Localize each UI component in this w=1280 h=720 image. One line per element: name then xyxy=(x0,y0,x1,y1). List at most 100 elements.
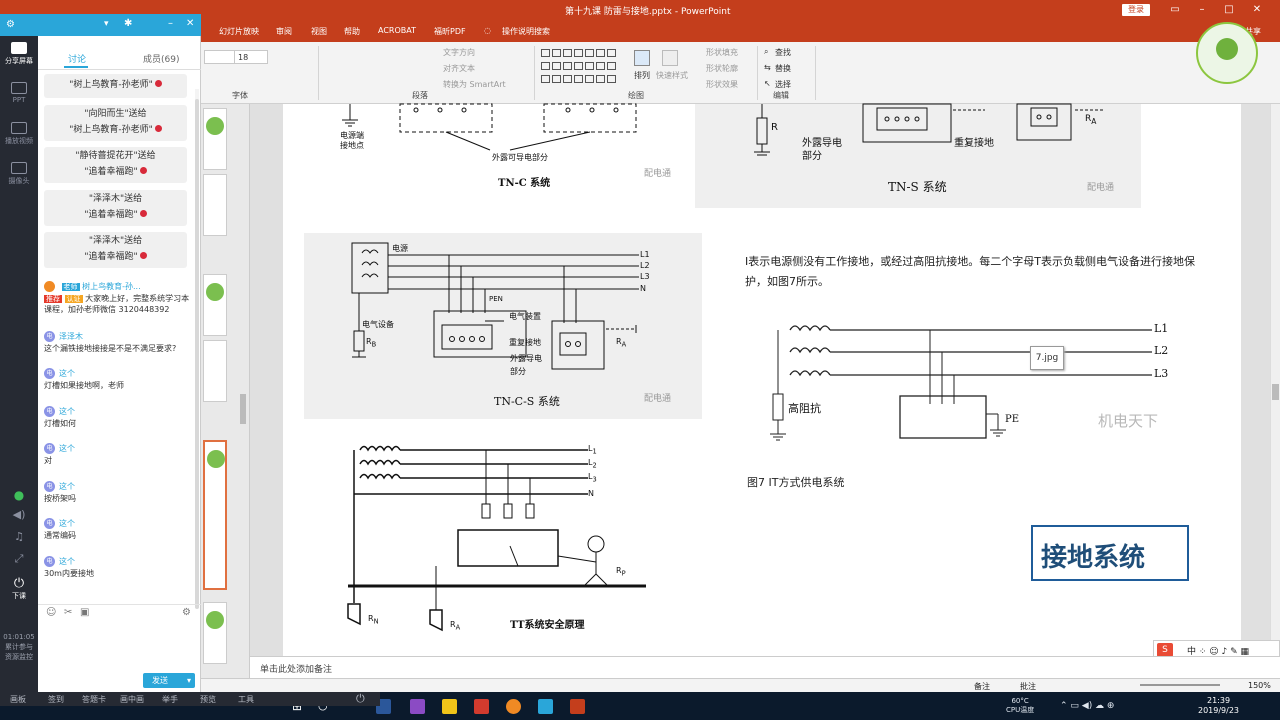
tool-preview[interactable]: 预览 xyxy=(200,694,216,705)
system-tray-icons[interactable]: ⌃ ▭ ◀) ☁ ⊕ xyxy=(1060,701,1114,711)
tab-view[interactable]: 视图 xyxy=(311,26,327,37)
pen-label: PEN xyxy=(489,295,503,303)
scissors-icon[interactable]: ✂ xyxy=(64,607,72,618)
close-icon[interactable]: ✕ xyxy=(186,18,194,29)
end-class-button[interactable]: ⏻ 下课 xyxy=(0,576,38,601)
user-name[interactable]: 这个 xyxy=(59,557,75,566)
arrange-icon[interactable] xyxy=(634,50,650,66)
quick-styles-icon[interactable] xyxy=(662,50,678,66)
powerpoint-app-icon[interactable] xyxy=(570,699,585,714)
chevron-down-icon[interactable]: ▾ xyxy=(187,673,191,688)
shape-fill-button[interactable]: 形状填充 xyxy=(706,47,738,58)
chat-message: 电这个 灯槽如果接地啊，老师 xyxy=(44,367,194,391)
speaker-icon[interactable]: ◀) xyxy=(0,508,38,521)
ppt-icon xyxy=(11,82,27,94)
share-screen-button[interactable]: 分享屏幕 xyxy=(0,42,38,66)
tool-whiteboard[interactable]: 画板 xyxy=(10,694,26,705)
fullscreen-icon[interactable]: ⤢ xyxy=(0,552,38,566)
user-name[interactable]: 泽泽木 xyxy=(59,332,83,341)
maximize-icon[interactable]: □ xyxy=(1222,3,1236,17)
classroom-app-icon[interactable] xyxy=(538,699,553,714)
slide-title-box[interactable]: 接地系统 xyxy=(1031,525,1189,581)
minimize-icon[interactable]: – xyxy=(168,18,173,29)
image-icon[interactable]: ▣ xyxy=(80,607,89,618)
shape-effect-button[interactable]: 形状效果 xyxy=(706,79,738,90)
smartart-button[interactable]: 转换为 SmartArt xyxy=(443,79,506,90)
send-button[interactable]: 发送 ▾ xyxy=(143,673,195,688)
quick-styles-button[interactable]: 快速样式 xyxy=(656,70,688,81)
search-app-icon[interactable] xyxy=(506,699,521,714)
music-icon[interactable]: ♫ xyxy=(0,530,38,543)
app-menu-icon[interactable]: ⚙ xyxy=(6,19,15,30)
pdf-app-icon[interactable] xyxy=(474,699,489,714)
tab-help[interactable]: 帮助 xyxy=(344,26,360,37)
chat-scrollbar[interactable] xyxy=(195,89,199,609)
shapes-gallery[interactable] xyxy=(540,48,622,86)
teacher-badge: 老师 xyxy=(61,283,80,291)
text-direction-button[interactable]: 文字方向 xyxy=(443,47,475,58)
replace-button[interactable]: 替换 xyxy=(775,63,791,74)
tool-picture-in-picture[interactable]: 画中画 xyxy=(120,694,144,705)
chevron-down-icon[interactable]: ▾ xyxy=(104,19,109,29)
taskbar-clock[interactable]: 21:39 2019/9/23 xyxy=(1198,696,1239,716)
tab-review[interactable]: 审阅 xyxy=(276,26,292,37)
font-group-label: 字体 xyxy=(232,91,248,100)
tt-diagram: L1 L2 L3 N RP RN RA TT系统安全原理 xyxy=(340,438,646,634)
line-l2-label: L2 xyxy=(640,261,650,270)
settings-icon[interactable]: ⚙ xyxy=(182,607,191,618)
slide-thumbnail[interactable] xyxy=(203,174,227,236)
vertical-scrollbar[interactable] xyxy=(1270,104,1280,656)
emoji-icon[interactable]: ☺ xyxy=(46,607,56,618)
tool-checkin[interactable]: 签到 xyxy=(48,694,64,705)
select-button[interactable]: 选择 xyxy=(775,79,791,90)
tab-foxit-pdf[interactable]: 福昕PDF xyxy=(434,26,466,37)
slide-thumbnail[interactable] xyxy=(203,274,227,336)
thumbnail-scrollbar[interactable] xyxy=(240,394,246,424)
teacher-name[interactable]: 树上鸟教育-孙... xyxy=(82,282,141,291)
play-video-button[interactable]: 播放视频 xyxy=(0,122,38,146)
app-icon[interactable] xyxy=(410,699,425,714)
notes-pane[interactable]: 单击此处添加备注 xyxy=(250,656,1280,678)
chat-input[interactable] xyxy=(38,620,201,672)
zoom-slider[interactable] xyxy=(1140,684,1220,686)
slide-thumbnail[interactable] xyxy=(203,108,227,170)
find-button[interactable]: 查找 xyxy=(775,47,791,58)
tool-answer-card[interactable]: 答题卡 xyxy=(82,694,106,705)
notes-toggle-button[interactable]: 备注 xyxy=(974,681,990,692)
ribbon-display-icon[interactable]: ▭ xyxy=(1168,3,1182,17)
login-button[interactable]: 登录 xyxy=(1122,4,1150,16)
close-icon[interactable]: ✕ xyxy=(1250,3,1264,17)
user-name[interactable]: 这个 xyxy=(59,407,75,416)
tab-members[interactable]: 成员(69) xyxy=(143,52,179,65)
shape-outline-button[interactable]: 形状轮廓 xyxy=(706,63,738,74)
pin-icon[interactable]: ✱ xyxy=(124,18,132,29)
tab-discussion[interactable]: 讨论 xyxy=(63,52,89,68)
paragraph-group-label: 段落 xyxy=(412,91,428,100)
tab-slideshow[interactable]: 幻灯片放映 xyxy=(219,26,259,37)
user-name[interactable]: 这个 xyxy=(59,369,75,378)
user-name[interactable]: 这个 xyxy=(59,482,75,491)
user-name[interactable]: 这个 xyxy=(59,444,75,453)
tool-raise-hand[interactable]: 举手 xyxy=(162,694,178,705)
arrange-button[interactable]: 排列 xyxy=(634,70,650,81)
slide-thumbnail[interactable] xyxy=(203,602,227,664)
tab-acrobat[interactable]: ACROBAT xyxy=(378,26,416,35)
camera-button[interactable]: 摄像头 xyxy=(0,162,38,186)
align-text-button[interactable]: 对齐文本 xyxy=(443,63,475,74)
user-name[interactable]: 这个 xyxy=(59,519,75,528)
ppt-button[interactable]: PPT xyxy=(0,82,38,104)
slide-thumbnail-selected[interactable] xyxy=(203,440,227,590)
minimize-icon[interactable]: – xyxy=(1195,3,1209,17)
font-size-box[interactable]: 18 xyxy=(234,50,268,64)
comments-toggle-button[interactable]: 批注 xyxy=(1020,681,1036,692)
tell-me-search[interactable]: 操作说明搜索 xyxy=(502,26,550,37)
power-icon[interactable]: ⏻ xyxy=(356,692,365,706)
slide-thumbnail[interactable] xyxy=(203,340,227,402)
recommend-tag: 推荐 xyxy=(44,295,62,303)
it-description: I表示电源侧没有工作接地，或经过高阻抗接地。每二个字母T表示负载侧电气设备进行接… xyxy=(745,255,1195,288)
folder-icon[interactable] xyxy=(442,699,457,714)
microphone-icon[interactable]: ● xyxy=(0,488,38,502)
tool-tools[interactable]: 工具 xyxy=(238,694,254,705)
tn-s-diagram: R 外露导电 部分 重复接地 RA TN-S 系统 配电通 xyxy=(695,103,1141,208)
zoom-level[interactable]: 150% xyxy=(1248,681,1271,690)
